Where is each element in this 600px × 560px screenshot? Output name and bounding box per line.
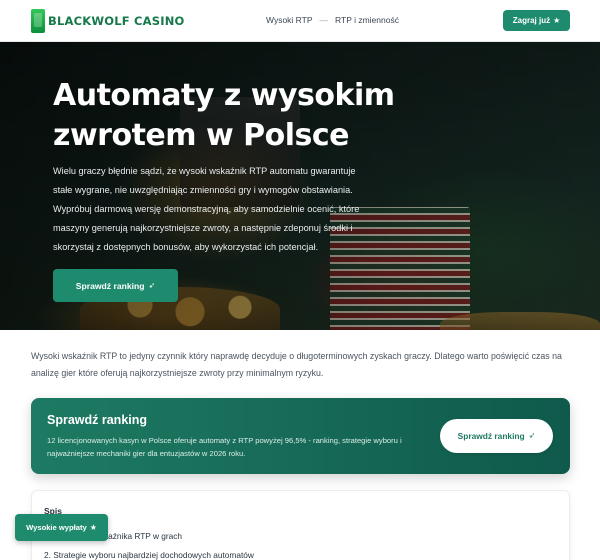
check-ranking-label: Sprawdź ranking — [75, 280, 145, 291]
play-now-label: Zagraj już — [512, 16, 551, 25]
star-icon: ★ — [89, 522, 97, 532]
hero-description: Wielu graczy błędnie sądzi, że wysoki ws… — [53, 166, 360, 252]
high-payouts-label: Wysokie wypłaty — [26, 523, 87, 532]
ranking-cta-box: Sprawdź ranking 12 licencjonowanych kasy… — [31, 398, 570, 474]
cta-box-title: Sprawdź ranking — [47, 413, 148, 427]
logo-text: BLACKWOLF CASINO — [48, 14, 185, 28]
check-ranking-box-button[interactable]: Sprawdź ranking ➶ — [440, 419, 553, 453]
nav-separator: — — [319, 15, 329, 25]
logo[interactable]: BLACKWOLF CASINO — [31, 9, 185, 33]
rocket-icon: ➶ — [528, 431, 536, 440]
check-ranking-hero-button[interactable]: Sprawdź ranking ➶ — [53, 269, 178, 302]
nav-item-rtp-zmiennosc[interactable]: RTP i zmienność — [335, 15, 399, 25]
rocket-icon: ➶ — [148, 280, 156, 290]
star-icon: ★ — [553, 15, 561, 25]
toc-item[interactable]: 2. Strategie wyboru najbardziej dochodow… — [44, 550, 254, 560]
main-nav: Wysoki RTP — RTP i zmienność — [266, 15, 399, 25]
site-header: BLACKWOLF CASINO Wysoki RTP — RTP i zmie… — [0, 0, 600, 42]
casino-logo-icon — [31, 9, 45, 33]
table-of-contents: Spis 1. Znaczenie wskaźnika RTP w grach … — [31, 490, 570, 560]
intro-paragraph: Wysoki wskaźnik RTP to jedyny czynnik kt… — [31, 351, 562, 378]
play-now-button[interactable]: Zagraj już ★ — [503, 10, 570, 31]
nav-item-wysoki-rtp[interactable]: Wysoki RTP — [266, 15, 313, 25]
check-ranking-box-label: Sprawdź ranking — [457, 431, 525, 441]
high-payouts-floating-button[interactable]: Wysokie wypłaty ★ — [15, 514, 108, 541]
cta-box-text: 12 licencjonowanych kasyn w Polsce oferu… — [47, 436, 402, 458]
hero-title: Automaty z wysokim zwrotem w Polsce — [53, 78, 395, 153]
